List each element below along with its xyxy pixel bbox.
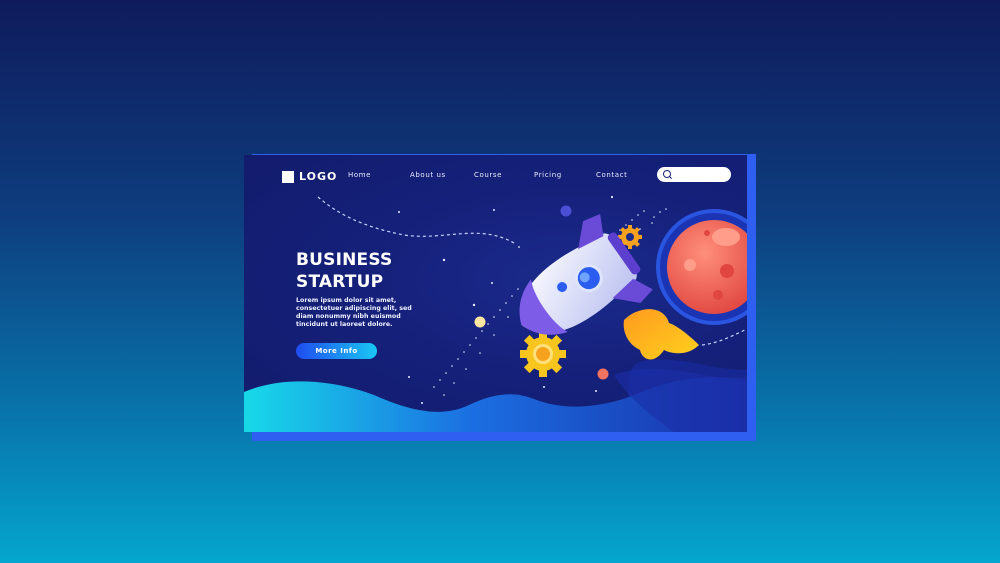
star-trail-left — [433, 288, 531, 396]
hero-description: Lorem ipsum dolor sit amet, consectetuer… — [296, 297, 426, 329]
nav-link-course[interactable]: Course — [474, 171, 502, 179]
logo[interactable]: LOGO — [282, 170, 337, 183]
hero-title: BUSINESS STARTUP — [296, 249, 393, 293]
more-info-button[interactable]: More Info — [296, 343, 377, 359]
small-blue-planet — [560, 205, 572, 217]
hero-illustration — [244, 195, 747, 432]
hero-title-line-1: BUSINESS — [296, 250, 393, 270]
landing-page-mockup: LOGO Home About us Course Pricing Contac… — [244, 155, 747, 432]
hero-description-line: Lorem ipsum dolor sit amet, — [296, 297, 397, 304]
hero-description-line: consectetuer adipiscing elit, sed — [296, 305, 412, 312]
planet-icon — [656, 209, 747, 325]
nav-link-about-us[interactable]: About us — [410, 171, 446, 179]
nav-link-home[interactable]: Home — [348, 171, 371, 179]
top-navbar: LOGO Home About us Course Pricing Contac… — [244, 155, 747, 195]
search-input[interactable] — [657, 167, 731, 182]
small-red-planet — [597, 368, 609, 380]
nav-link-contact[interactable]: Contact — [596, 171, 627, 179]
nav-link-pricing[interactable]: Pricing — [534, 171, 562, 179]
hero-description-line: diam nonummy nibh euismod — [296, 313, 401, 320]
logo-square-icon — [282, 170, 294, 183]
logo-text: LOGO — [299, 170, 338, 183]
dashed-orbit-line — [317, 196, 515, 244]
gear-icon — [520, 331, 566, 377]
search-icon — [663, 170, 671, 178]
hero-description-line: tincidunt ut laoreet dolore. — [296, 321, 393, 328]
dashed-orbit-line-right — [701, 328, 747, 346]
hero-title-line-2: STARTUP — [296, 272, 384, 292]
small-yellow-planet — [474, 316, 486, 328]
